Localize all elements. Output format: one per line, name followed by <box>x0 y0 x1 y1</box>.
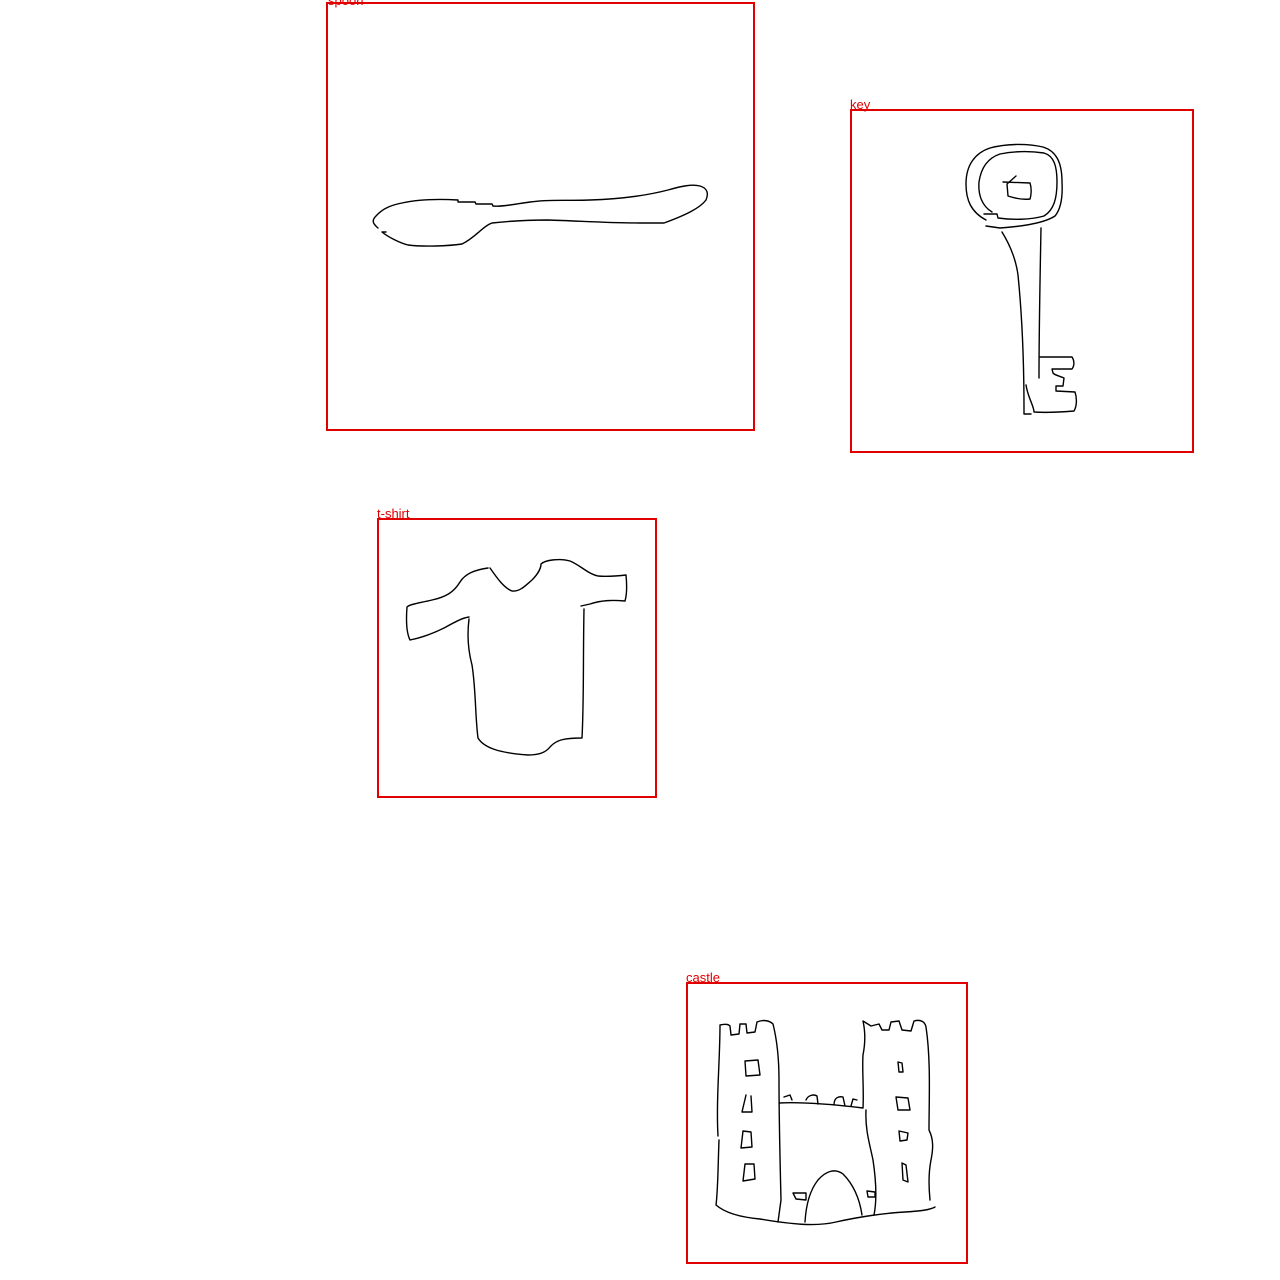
bbox-key <box>850 109 1194 453</box>
label-tshirt: t-shirt <box>377 506 410 521</box>
label-castle: castle <box>686 970 720 985</box>
bbox-tshirt <box>377 518 657 798</box>
label-key: key <box>850 97 871 112</box>
bbox-castle <box>686 982 968 1264</box>
label-spoon: spoon <box>328 0 364 8</box>
bbox-spoon <box>326 2 755 431</box>
